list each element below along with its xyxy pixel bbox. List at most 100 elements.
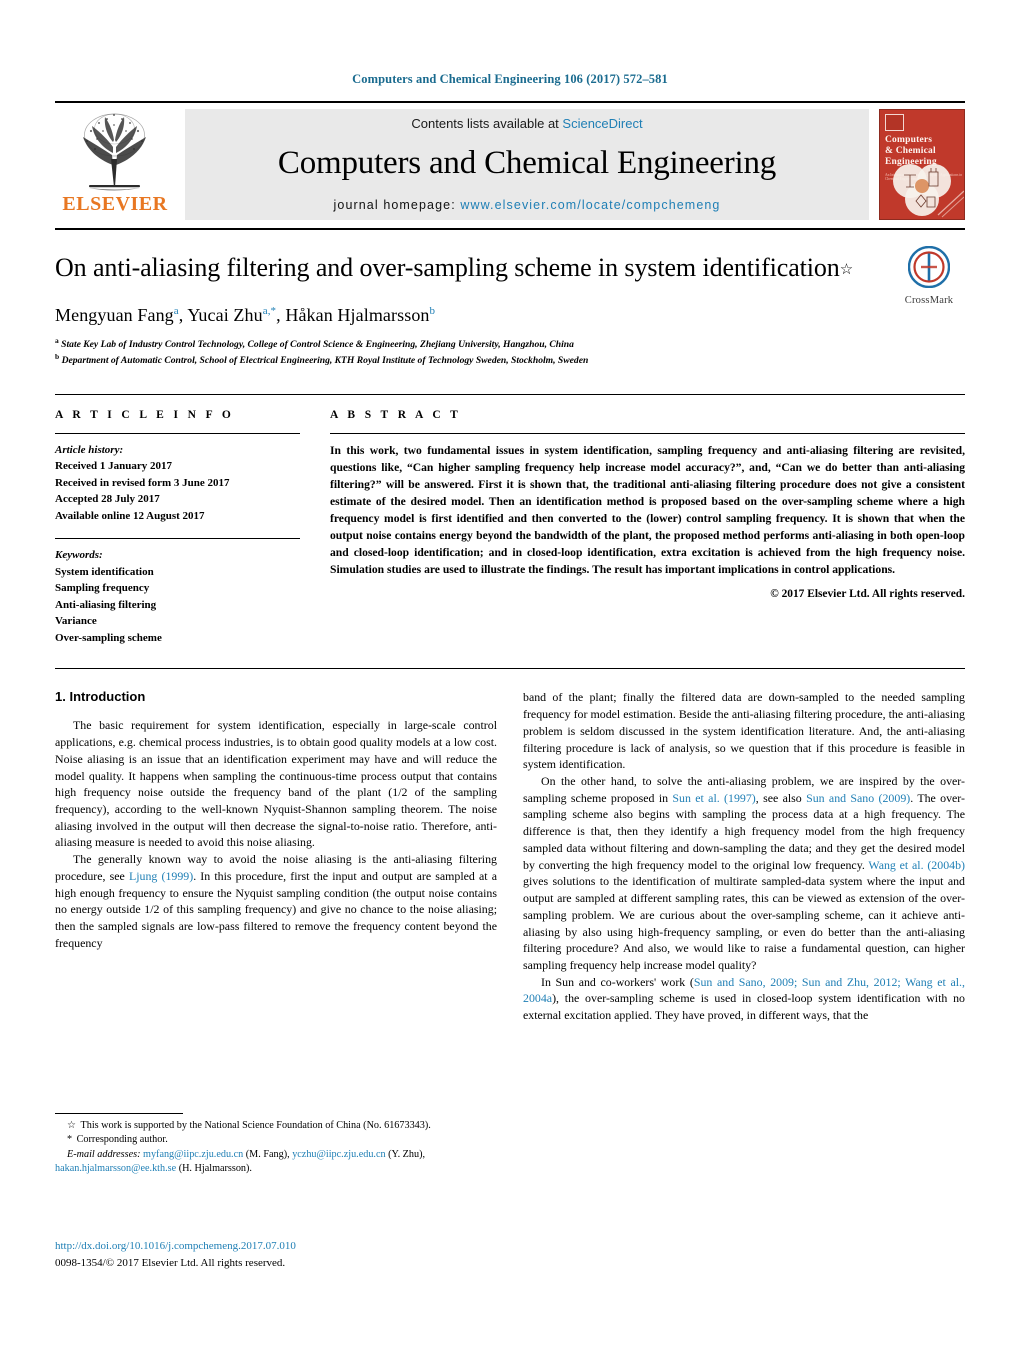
keyword-item: Variance (55, 615, 97, 628)
paragraph-part: In Sun and co-workers' work ( (541, 974, 694, 989)
body-top-rule (55, 668, 965, 670)
citation-link[interactable]: Ljung (1999) (129, 869, 193, 883)
intro-paragraph: The basic requirement for system identif… (55, 718, 497, 850)
author-name: Yucai Zhu (187, 304, 263, 325)
doi-block: http://dx.doi.org/10.1016/j.compchemeng.… (55, 1238, 497, 1271)
author-name: Mengyuan Fang (55, 304, 174, 325)
abstract-heading: A B S T R A C T (330, 408, 462, 421)
body-columns: 1. Introduction The basic requirement fo… (55, 689, 965, 1023)
email-owner: (M. Fang) (245, 1148, 288, 1160)
title-block: On anti-aliasing filtering and over-samp… (55, 245, 965, 368)
article-info-column: A R T I C L E I N F O Article history: R… (55, 409, 300, 647)
body-column-left: 1. Introduction The basic requirement fo… (55, 689, 497, 1023)
affiliation-text: Department of Automatic Control, School … (61, 355, 589, 367)
affiliation-item: a State Key Lab of Industry Control Tech… (55, 336, 965, 352)
citation-link[interactable]: Sun et al. (1997) (672, 791, 755, 805)
journal-masthead: ELSEVIER Contents lists available at Sci… (55, 101, 965, 228)
keyword-item: Sampling frequency (55, 582, 150, 595)
funding-footnote-text: This work is supported by the National S… (80, 1120, 431, 1131)
author-name: Håkan Hjalmarsson (285, 304, 430, 325)
history-item: Received 1 January 2017 (55, 460, 173, 473)
cover-title-line2: & Chemical (885, 146, 936, 157)
issn-copyright-line: 0098-1354/© 2017 Elsevier Ltd. All right… (55, 1256, 286, 1269)
paragraph-part: , see also (755, 790, 807, 805)
paper-title-text: On anti-aliasing filtering and over-samp… (55, 253, 840, 282)
abstract-rule (330, 432, 965, 434)
keyword-item: Anti-aliasing filtering (55, 598, 157, 611)
footnote-rule (55, 1113, 183, 1114)
paragraph-part: ), the over-sampling scheme is used in c… (523, 991, 965, 1023)
intro-paragraph: band of the plant; finally the filtered … (523, 690, 965, 772)
history-item: Accepted 28 July 2017 (55, 493, 160, 506)
footnote-block: ☆ This work is supported by the National… (55, 1113, 497, 1176)
corresponding-author-marker: * (67, 1134, 73, 1146)
abstract-column: A B S T R A C T In this work, two fundam… (330, 409, 965, 647)
cover-elsevier-badge-icon (885, 114, 904, 131)
homepage-prefix: journal homepage: (333, 198, 461, 212)
intro-paragraph: The generally known way to avoid the noi… (55, 851, 497, 951)
elsevier-logo: ELSEVIER (55, 103, 175, 228)
doi-link[interactable]: http://dx.doi.org/10.1016/j.compchemeng.… (55, 1238, 497, 1255)
email-owner: (Y. Zhu) (388, 1148, 423, 1160)
intro-paragraph: In Sun and co-workers' work (Sun and San… (523, 974, 965, 1024)
funding-footnote: ☆ This work is supported by the National… (55, 1119, 497, 1133)
article-info-rule (55, 432, 300, 434)
elsevier-tree-icon (83, 113, 146, 191)
citation-link[interactable]: Sun and Sano (2009) (806, 791, 910, 805)
cover-title-line1: Computers (885, 135, 933, 145)
keyword-item: System identification (55, 565, 154, 578)
history-item: Available online 12 August 2017 (55, 509, 205, 522)
funding-footnote-marker: ☆ (67, 1120, 77, 1131)
page-title: On anti-aliasing filtering and over-samp… (55, 252, 855, 285)
citation-link[interactable]: Wang et al. (2004b) (868, 858, 965, 872)
homepage-url-link[interactable]: www.elsevier.com/locate/compchemeng (460, 198, 720, 212)
contents-available-line: Contents lists available at ScienceDirec… (411, 116, 642, 131)
keywords-label: Keywords: (55, 549, 103, 562)
author-list: Mengyuan Fanga, Yucai Zhua,*, Håkan Hjal… (55, 304, 436, 325)
email-link[interactable]: yczhu@iipc.zju.edu.cn (292, 1149, 385, 1160)
journal-homepage-line: journal homepage: www.elsevier.com/locat… (334, 198, 721, 212)
info-abstract-section: A R T I C L E I N F O Article history: R… (55, 393, 965, 647)
article-history-group: Article history: Received 1 January 2017… (55, 442, 300, 525)
journal-cover-thumbnail: Computers & Chemical Engineering An Inte… (879, 109, 965, 220)
elsevier-wordmark: ELSEVIER (62, 193, 168, 215)
masthead-bottom-rule (55, 228, 965, 230)
author-affiliation-marker: a (173, 304, 179, 317)
author-affiliation-marker: b (429, 304, 436, 317)
email-addresses-label: E-mail addresses: (67, 1148, 141, 1160)
article-info-heading: A R T I C L E I N F O (55, 408, 235, 421)
keywords-group: Keywords: System identification Sampling… (55, 547, 300, 646)
email-link[interactable]: myfang@iipc.zju.edu.cn (143, 1149, 243, 1160)
crossmark-label: CrossMark (904, 295, 954, 306)
sciencedirect-link[interactable]: ScienceDirect (562, 116, 642, 131)
author-affiliation-marker: a,* (262, 304, 277, 317)
introduction-heading: 1. Introduction (55, 689, 146, 705)
corresponding-author-footnote: * Corresponding author. (55, 1133, 497, 1147)
affiliation-item: b Department of Automatic Control, Schoo… (55, 352, 965, 368)
paragraph-part: gives solutions to the identification of… (523, 874, 965, 972)
cover-artwork-icon (893, 164, 964, 218)
contents-prefix: Contents lists available at (411, 116, 563, 131)
intro-paragraph: On the other hand, to solve the anti-ali… (523, 773, 965, 974)
title-footnote-marker: ☆ (839, 262, 854, 278)
body-column-right: band of the plant; finally the filtered … (523, 689, 965, 1023)
email-owner: (H. Hjalmarsson) (178, 1162, 250, 1174)
crossmark-badge[interactable]: CrossMark (893, 245, 965, 306)
email-link[interactable]: hakan.hjalmarsson@ee.kth.se (55, 1163, 176, 1174)
affiliation-list: a State Key Lab of Industry Control Tech… (55, 336, 965, 368)
crossmark-icon (907, 245, 951, 289)
masthead-center-panel: Contents lists available at ScienceDirec… (185, 109, 869, 220)
journal-title: Computers and Chemical Engineering (277, 145, 777, 181)
abstract-copyright: © 2017 Elsevier Ltd. All rights reserved… (770, 588, 965, 601)
affiliation-text: State Key Lab of Industry Control Techno… (61, 338, 574, 350)
keywords-rule (55, 538, 300, 540)
affiliation-marker: a (55, 335, 59, 345)
corresponding-author-text: Corresponding author. (76, 1134, 168, 1146)
history-item: Received in revised form 3 June 2017 (55, 476, 230, 489)
abstract-text: In this work, two fundamental issues in … (330, 443, 965, 577)
paper-page: Computers and Chemical Engineering 106 (… (0, 0, 1020, 1351)
email-footnote: E-mail addresses: myfang@iipc.zju.edu.cn… (55, 1148, 426, 1174)
running-head: Computers and Chemical Engineering 106 (… (352, 72, 668, 86)
affiliation-marker: b (55, 351, 60, 361)
